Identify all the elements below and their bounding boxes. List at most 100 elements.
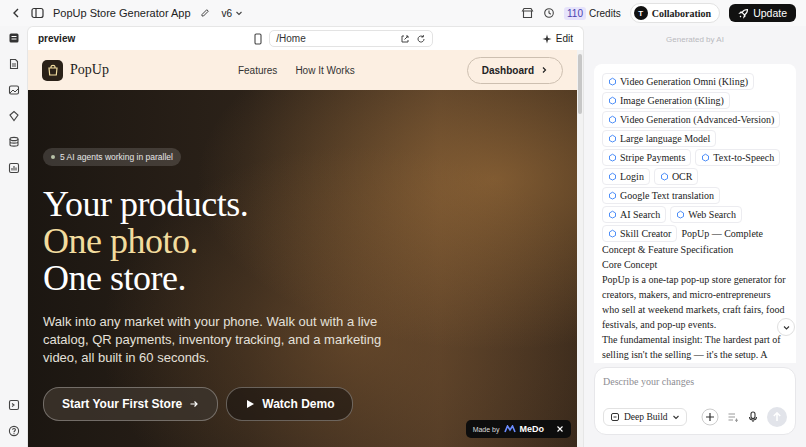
site-navbar: PopUpFeaturesHow It WorksDashboard (28, 50, 577, 90)
message-title: PopUp — Complete (681, 226, 763, 241)
back-icon[interactable] (10, 7, 22, 19)
plugin-icon[interactable] (8, 110, 20, 122)
document-icon[interactable] (8, 58, 20, 70)
url-field[interactable]: /Home (269, 30, 433, 47)
scrollbar-thumb[interactable] (578, 54, 582, 114)
external-link-icon[interactable] (400, 34, 410, 44)
list-add-icon[interactable] (727, 411, 739, 423)
close-icon[interactable] (556, 425, 564, 433)
cube-icon (660, 172, 669, 181)
hero-button-label: Start Your First Store (62, 397, 182, 411)
refresh-icon[interactable] (416, 34, 426, 44)
mode-label: Deep Build (624, 412, 668, 422)
device-icon[interactable] (253, 33, 263, 45)
tag-label: Skill Creator (620, 227, 671, 240)
tag-list: Video Generation Omni (Kling)Image Gener… (602, 73, 788, 242)
sidebar-toggle-icon[interactable] (31, 7, 44, 19)
layers-icon[interactable] (8, 32, 20, 44)
build-icon (610, 412, 620, 422)
made-by-badge[interactable]: Made by MeDo (466, 420, 571, 438)
hero: 5 AI agents working in parallel Your prod… (28, 90, 577, 447)
version-dropdown[interactable]: v6 (219, 7, 247, 20)
cube-icon (608, 153, 617, 162)
store-icon[interactable] (521, 7, 534, 19)
change-input[interactable]: Describe your changes (603, 376, 787, 387)
headline-line: Your products. (43, 186, 248, 223)
tag-label: Login (620, 170, 644, 183)
play-icon (245, 399, 255, 409)
mode-dropdown[interactable]: Deep Build (603, 408, 687, 426)
plus-icon[interactable] (701, 408, 719, 426)
capability-tag: Web Search (670, 206, 742, 223)
preview-panel: preview/HomeEditPopUpFeaturesHow It Work… (27, 26, 584, 447)
hero-button[interactable]: Watch Demo (226, 387, 353, 421)
sync-icon[interactable] (543, 7, 555, 19)
avatar: T (634, 6, 648, 20)
message-text: Concept & Feature Specification (602, 242, 788, 257)
app-title: PopUp Store Generator App (53, 7, 191, 19)
headline-line: One photo. (43, 223, 248, 260)
help-icon[interactable] (8, 425, 20, 437)
dashboard-button[interactable]: Dashboard (467, 57, 563, 84)
cube-icon (608, 191, 617, 200)
headline: Your products.One photo.One store. (43, 186, 248, 297)
message-list: Video Generation Omni (Kling)Image Gener… (594, 64, 796, 363)
composer: Describe your changes Deep Build (594, 367, 796, 435)
capability-tag: Stripe Payments (602, 149, 691, 166)
badge-label: 5 AI agents working in parallel (60, 152, 173, 162)
update-button[interactable]: Update (729, 4, 796, 22)
dashboard-label: Dashboard (482, 65, 534, 76)
message-text: PopUp is a one-tap pop-up store generato… (602, 272, 788, 332)
terminal-icon[interactable] (8, 399, 20, 411)
rocket-icon (738, 8, 749, 19)
collaboration-label: Collaboration (652, 8, 711, 19)
microphone-icon[interactable] (747, 411, 759, 423)
left-rail (0, 26, 27, 447)
nav-link[interactable]: How It Works (295, 65, 354, 76)
capability-tag: Image Generation (Kling) (602, 92, 730, 109)
pencil-icon[interactable] (200, 8, 210, 18)
send-icon[interactable] (767, 407, 787, 427)
tag-label: Google Text translation (620, 189, 714, 202)
tag-label: Video Generation (Advanced-Version) (620, 113, 774, 126)
edit-label: Edit (556, 33, 573, 44)
cube-icon (701, 153, 710, 162)
database-icon[interactable] (8, 136, 20, 148)
chevron-down-icon (235, 9, 243, 17)
tag-label: Image Generation (Kling) (620, 94, 724, 107)
credits-label: Credits (589, 8, 621, 19)
cube-icon (608, 172, 617, 181)
made-by-brand: MeDo (520, 424, 545, 434)
shopping-bag-icon (46, 63, 60, 77)
edit-button[interactable]: Edit (542, 33, 573, 44)
cube-icon (608, 77, 617, 86)
workspace: preview/HomeEditPopUpFeaturesHow It Work… (0, 26, 806, 447)
agents-badge: 5 AI agents working in parallel (43, 148, 181, 166)
credits-count: 110 (564, 7, 586, 20)
analytics-icon[interactable] (8, 162, 20, 174)
top-actions: 110Credits T Collaboration Update (521, 3, 796, 23)
app-window: PopUp Store Generator App v6 110Credits T Co… (0, 0, 806, 447)
capability-tag: Google Text translation (602, 187, 720, 204)
top-bar: PopUp Store Generator App v6 110Credits T Co… (0, 0, 806, 26)
collaboration-button[interactable]: T Collaboration (630, 3, 720, 23)
message-text: The fundamental insight: The hardest par… (602, 332, 788, 362)
message-card: Video Generation Omni (Kling)Image Gener… (594, 64, 796, 363)
chevron-right-icon (540, 66, 548, 74)
nav-link[interactable]: Features (238, 65, 277, 76)
scrollbar[interactable] (577, 50, 583, 447)
logo[interactable] (42, 60, 63, 81)
image-icon[interactable] (8, 84, 20, 96)
capability-tag: AI Search (602, 206, 666, 223)
cube-icon (676, 210, 685, 219)
chevron-down-icon (782, 323, 791, 332)
cube-icon (608, 96, 617, 105)
site-page: PopUpFeaturesHow It WorksDashboard5 AI a… (28, 50, 577, 447)
scroll-down-button[interactable] (777, 318, 795, 336)
capability-tag: Large language Model (602, 130, 716, 147)
nav-links: Features How It Works (238, 65, 355, 76)
chevron-down-icon (672, 413, 680, 421)
badge-dot (51, 155, 55, 159)
hero-button[interactable]: Start Your First Store (43, 387, 218, 421)
made-by-label: Made by (473, 426, 500, 433)
